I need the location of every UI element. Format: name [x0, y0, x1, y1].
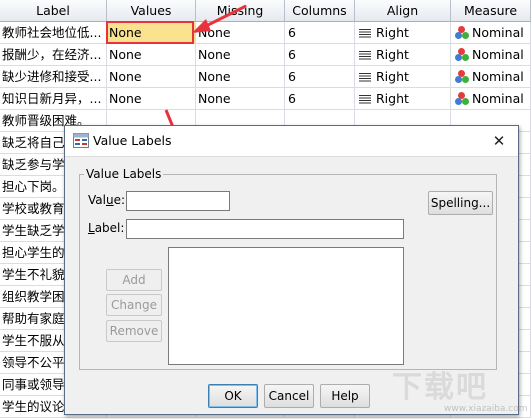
columns-text: 6	[288, 91, 296, 106]
columns-text: 6	[288, 47, 296, 62]
missing-cell[interactable]: None	[196, 44, 285, 66]
label-input[interactable]	[126, 219, 404, 239]
label-text: 缺少进修和接受...	[2, 69, 102, 84]
values-text: None	[109, 25, 142, 40]
label-cell[interactable]: 缺少进修和接受...	[0, 66, 107, 88]
table-row[interactable]: 教师社会地位低... None None 6 Right Nominal	[0, 22, 531, 44]
columns-cell[interactable]: 6	[285, 88, 355, 110]
align-cell[interactable]: Right	[355, 22, 451, 44]
label-text: 知识日新月异，...	[2, 91, 102, 106]
group-title: Value Labels	[84, 166, 164, 182]
dialog-title: Value Labels	[93, 133, 172, 148]
label-text: 组织教学困	[2, 289, 65, 304]
label-text: 学校或教育	[2, 201, 65, 216]
value-labels-list[interactable]	[168, 247, 404, 365]
table-row[interactable]: 报酬少，在经济... None None 6 Right Nominal	[0, 44, 531, 66]
columns-text: 6	[288, 25, 296, 40]
columns-text: 6	[288, 69, 296, 84]
align-right-icon	[359, 73, 371, 82]
value-labels-dialog: Value Labels ✕ Value Labels Value: Label…	[64, 125, 519, 415]
columns-cell[interactable]: 6	[285, 44, 355, 66]
close-icon[interactable]: ✕	[490, 132, 508, 150]
measure-text: Nominal	[472, 47, 524, 62]
table-row[interactable]: 知识日新月异，... None None 6 Right Nominal	[0, 88, 531, 110]
missing-text: None	[198, 69, 231, 84]
measure-cell[interactable]: Nominal	[451, 22, 531, 44]
column-header-row: Label Values Missing Columns Align Measu…	[0, 0, 531, 22]
columns-cell[interactable]: 6	[285, 22, 355, 44]
values-cell[interactable]: None	[107, 44, 196, 66]
label-text: 报酬少，在经济...	[2, 47, 102, 62]
spelling-button[interactable]: Spelling...	[428, 191, 493, 215]
label-text: 同事或领导	[2, 377, 65, 392]
align-text: Right	[376, 47, 409, 62]
values-cell[interactable]: None	[107, 66, 196, 88]
column-header-measure[interactable]: Measure	[451, 0, 531, 22]
label-text: 缺乏参与学	[2, 157, 65, 172]
values-text: None	[109, 69, 142, 84]
align-cell[interactable]: Right	[355, 88, 451, 110]
value-labels-icon	[73, 133, 89, 148]
label-field-label: Label:	[88, 221, 125, 235]
dialog-titlebar[interactable]: Value Labels ✕	[65, 126, 518, 157]
measure-text: Nominal	[472, 69, 524, 84]
value-labels-group: Value Labels Value: Label: Spelling... A…	[79, 166, 497, 370]
missing-cell[interactable]: None	[196, 66, 285, 88]
nominal-icon	[455, 26, 469, 39]
missing-cell[interactable]: None	[196, 88, 285, 110]
label-text: 担心下岗。	[2, 179, 65, 194]
values-cell[interactable]: None	[107, 88, 196, 110]
measure-cell[interactable]: Nominal	[451, 66, 531, 88]
value-input[interactable]	[126, 191, 230, 211]
ok-button[interactable]: OK	[208, 384, 258, 408]
cancel-button[interactable]: Cancel	[264, 384, 314, 408]
missing-text: None	[198, 47, 231, 62]
align-text: Right	[376, 69, 409, 84]
help-button[interactable]: Help	[320, 384, 370, 408]
align-cell[interactable]: Right	[355, 44, 451, 66]
label-text: 学生缺乏学	[2, 223, 65, 238]
column-header-missing[interactable]: Missing	[196, 0, 285, 22]
align-right-icon	[359, 51, 371, 60]
values-text: None	[109, 47, 142, 62]
measure-text: Nominal	[472, 25, 524, 40]
missing-cell[interactable]: None	[196, 22, 285, 44]
label-cell[interactable]: 教师社会地位低...	[0, 22, 107, 44]
label-cell[interactable]: 知识日新月异，...	[0, 88, 107, 110]
align-cell[interactable]: Right	[355, 66, 451, 88]
label-text: 缺乏将自己	[2, 135, 65, 150]
label-text: 学生不服从	[2, 333, 65, 348]
missing-text: None	[198, 25, 231, 40]
change-button[interactable]: Change	[106, 294, 162, 316]
column-header-columns[interactable]: Columns	[285, 0, 355, 22]
align-text: Right	[376, 25, 409, 40]
nominal-icon	[455, 92, 469, 105]
label-text: 学生不礼貌	[2, 267, 65, 282]
column-header-align[interactable]: Align	[355, 0, 451, 22]
measure-text: Nominal	[472, 91, 524, 106]
columns-cell[interactable]: 6	[285, 66, 355, 88]
align-right-icon	[359, 29, 371, 38]
measure-cell[interactable]: Nominal	[451, 44, 531, 66]
nominal-icon	[455, 48, 469, 61]
measure-cell[interactable]: Nominal	[451, 88, 531, 110]
label-text: 教师社会地位低...	[2, 25, 102, 40]
label-text: 学生的议论	[2, 399, 65, 414]
label-cell[interactable]: 报酬少，在经济...	[0, 44, 107, 66]
values-text: None	[109, 91, 142, 106]
add-button[interactable]: Add	[106, 269, 162, 291]
value-field-label: Value:	[88, 193, 126, 207]
values-cell[interactable]: None	[107, 22, 196, 44]
label-text: 领导不公平	[2, 355, 65, 370]
nominal-icon	[455, 70, 469, 83]
table-row[interactable]: 缺少进修和接受... None None 6 Right Nominal	[0, 66, 531, 88]
missing-text: None	[198, 91, 231, 106]
label-text: 帮助有家庭	[2, 311, 65, 326]
label-text: 担心学生的	[2, 245, 65, 260]
column-header-label[interactable]: Label	[0, 0, 107, 22]
align-right-icon	[359, 95, 371, 104]
remove-button[interactable]: Remove	[106, 320, 162, 342]
align-text: Right	[376, 91, 409, 106]
column-header-values[interactable]: Values	[107, 0, 196, 22]
